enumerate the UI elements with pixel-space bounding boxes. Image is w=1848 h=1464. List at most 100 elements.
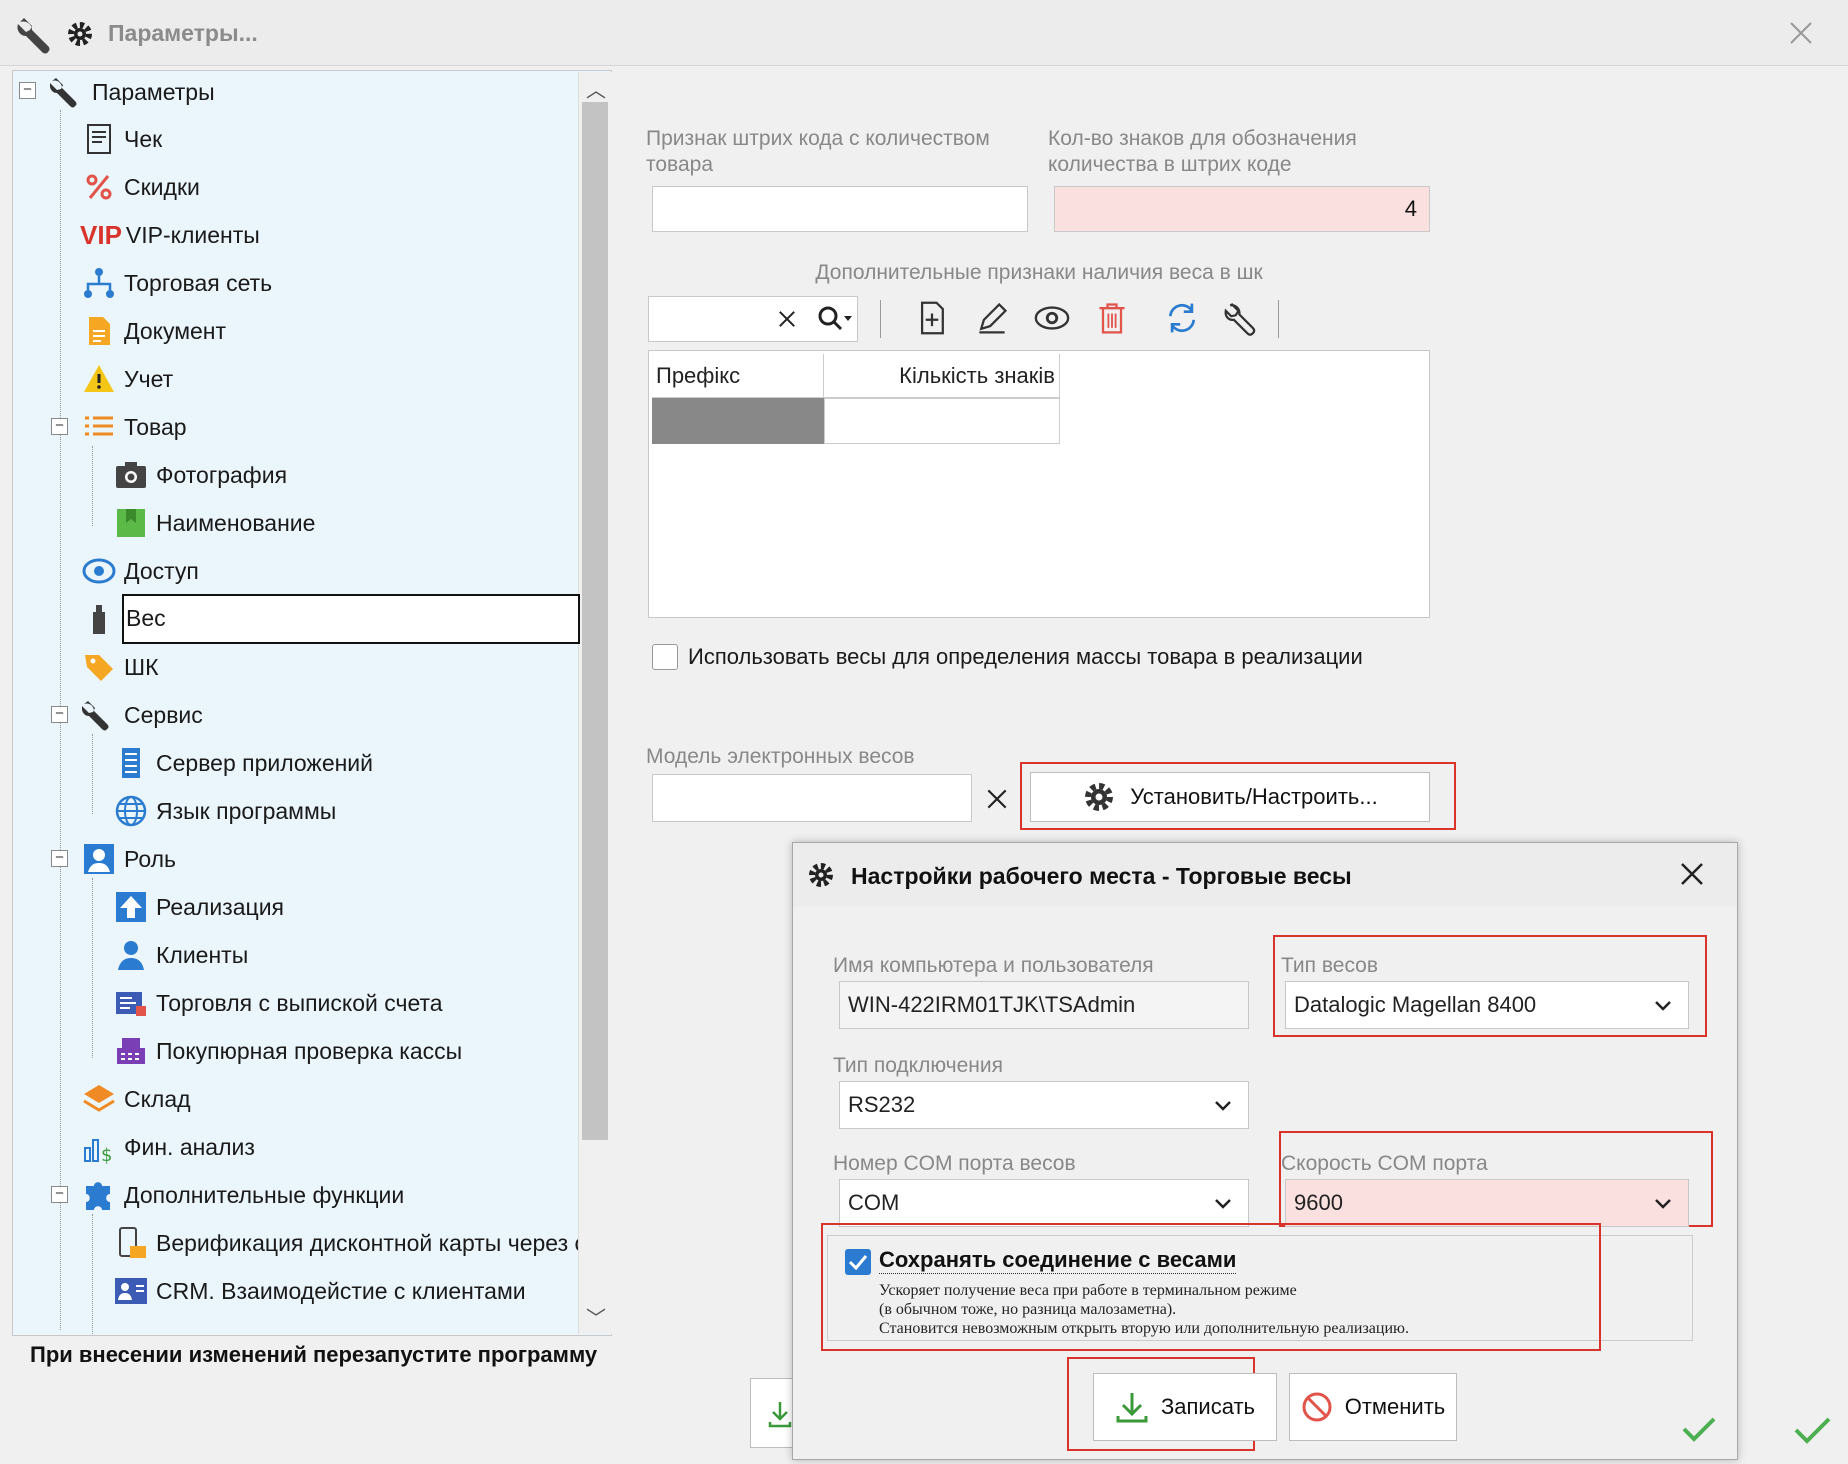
tree-item-photo[interactable]: Фотография [112, 453, 287, 497]
tree-item-parametry[interactable]: Параметры [48, 70, 215, 114]
save-button[interactable]: Записать [1093, 1373, 1277, 1441]
tree-item-label: Документ [124, 317, 227, 344]
tree-item-document[interactable]: Документ [80, 309, 226, 353]
view-icon[interactable] [1032, 298, 1072, 338]
gear-icon [66, 20, 94, 48]
checkmark-icon[interactable] [1681, 1411, 1717, 1447]
collapse-toggle[interactable]: − [51, 850, 68, 867]
tree-item-label: Фин. анализ [124, 1133, 255, 1160]
tree-item-role[interactable]: Роль [80, 837, 176, 881]
tree-item-realization[interactable]: Реализация [112, 885, 284, 929]
collapse-toggle[interactable]: − [19, 82, 36, 99]
tree-item-fin-analysis[interactable]: $ Фин. анализ [80, 1125, 255, 1169]
tree-scroll-thumb[interactable] [582, 102, 608, 1140]
tree-item-crm[interactable]: CRM. Взаимодейстие с клиентами [112, 1269, 526, 1313]
tree-item-name[interactable]: Наименование [112, 501, 315, 545]
com-speed-select[interactable]: 9600 [1285, 1179, 1689, 1227]
tree-item-shk[interactable]: ШК [80, 645, 158, 689]
tree-item-trade-network[interactable]: Торговая сеть [80, 261, 272, 305]
tree-item-label: Сервис [124, 701, 203, 728]
collapse-toggle[interactable]: − [51, 1186, 68, 1203]
tree-item-service[interactable]: Сервис [80, 693, 203, 737]
tree-item-language[interactable]: Язык программы [112, 789, 336, 833]
download-icon [1115, 1390, 1149, 1424]
user-badge-icon [80, 840, 118, 878]
search-dropdown-icon[interactable] [814, 302, 856, 336]
gear-icon [807, 861, 835, 889]
tree-item-cash-check[interactable]: Покупюрная проверка кассы [112, 1029, 462, 1073]
clear-model-icon[interactable] [982, 784, 1012, 814]
eye-icon [80, 552, 118, 590]
invoice-icon [112, 984, 150, 1022]
tree-item-label: Покупюрная проверка кассы [156, 1037, 463, 1064]
extra-weight-label: Дополнительные признаки наличия веса в ш… [815, 261, 1263, 284]
scale-model-input[interactable] [652, 774, 972, 822]
computer-input: WIN-422IRM01TJK\TSAdmin [839, 981, 1249, 1029]
scale-type-select[interactable]: Datalogic Magellan 8400 [1285, 981, 1689, 1029]
table-cell-selected[interactable] [652, 398, 824, 444]
tree-item-trade-invoice[interactable]: Торговля с выпиской счета [112, 981, 443, 1025]
add-file-icon[interactable] [912, 298, 952, 338]
use-scales-checkbox[interactable] [652, 644, 678, 670]
barcode-qty-input[interactable] [652, 186, 1028, 232]
chevron-down-icon [1655, 1199, 1671, 1209]
com-port-value: COM [848, 1190, 900, 1215]
column-header-prefix[interactable]: Префікс [652, 354, 824, 398]
tree-item-label: Верификация дисконтной карты через сі [156, 1229, 578, 1256]
tree-item-label: Параметры [92, 78, 215, 105]
settings-wrench-icon[interactable] [1222, 298, 1262, 338]
com-speed-value: 9600 [1294, 1190, 1343, 1215]
tree-item-vip[interactable]: VIP VIP-клиенты [80, 213, 260, 257]
tree-item-chek[interactable]: Чек [80, 117, 162, 161]
tree-item-access[interactable]: Доступ [80, 549, 199, 593]
collapse-toggle[interactable]: − [51, 418, 68, 435]
scale-type-value: Datalogic Magellan 8400 [1294, 992, 1537, 1017]
tree-item-label: Реализация [156, 893, 284, 920]
table-cell[interactable] [824, 398, 1060, 444]
digits-input[interactable]: 4 [1054, 186, 1430, 232]
tree-item-card-verification[interactable]: Верификация дисконтной карты через сі [112, 1221, 578, 1265]
sms-phone-icon [112, 1224, 150, 1262]
connection-select[interactable]: RS232 [839, 1081, 1249, 1129]
keep-connection-desc: Ускоряет получение веса при работе в тер… [879, 1281, 1409, 1338]
dialog-close-button[interactable] [1677, 859, 1707, 889]
com-port-select[interactable]: COM [839, 1179, 1249, 1227]
upload-icon [112, 888, 150, 926]
tree-item-uchet[interactable]: Учет [80, 357, 173, 401]
connection-value: RS232 [848, 1092, 916, 1117]
cancel-icon [1301, 1391, 1333, 1423]
document-icon [80, 312, 118, 350]
desc-line: (в обычном тоже, но разница малозаметна)… [879, 1301, 1177, 1318]
tree-item-warehouse[interactable]: Склад [80, 1077, 191, 1121]
collapse-toggle[interactable]: − [51, 706, 68, 723]
scroll-down-icon[interactable]: ﹀ [586, 1302, 606, 1331]
delete-icon[interactable] [1092, 298, 1132, 338]
tree-item-label: Доступ [124, 557, 199, 584]
globe-icon [112, 792, 150, 830]
refresh-icon[interactable] [1162, 298, 1202, 338]
tree-item-clients[interactable]: Клиенты [112, 933, 248, 977]
dialog-title: Настройки рабочего места - Торговые весы [851, 863, 1352, 889]
checkmark-icon[interactable] [1792, 1410, 1832, 1450]
cancel-button[interactable]: Отменить [1289, 1373, 1457, 1441]
tree-item-tovar[interactable]: Товар [80, 405, 187, 449]
tree-item-extra-functions[interactable]: Дополнительные функции [80, 1173, 404, 1217]
scale-settings-dialog: Настройки рабочего места - Торговые весы… [792, 842, 1738, 1460]
tree-item-ves[interactable]: Вес [80, 594, 580, 644]
receipt-icon [80, 120, 118, 158]
close-icon [1790, 22, 1812, 44]
barcode-qty-label: Признак штрих кода с количеством товара [646, 127, 990, 176]
scroll-up-icon[interactable]: ︿ [586, 74, 606, 103]
column-header-digits[interactable]: Кількість знаків [824, 354, 1060, 398]
setup-button[interactable]: Установить/Настроить... [1030, 772, 1430, 822]
close-window-button[interactable] [1786, 18, 1816, 48]
user-icon [112, 936, 150, 974]
keep-connection-label[interactable]: Сохранять соединение с весами [879, 1247, 1237, 1274]
tree-item-app-server[interactable]: Сервер приложений [112, 741, 373, 785]
tree-item-skidki[interactable]: Скидки [80, 165, 200, 209]
clear-icon[interactable] [772, 304, 802, 334]
title-bar [0, 0, 1848, 66]
chevron-down-icon [1655, 1001, 1671, 1011]
edit-icon[interactable] [972, 298, 1012, 338]
keep-connection-checkbox[interactable] [845, 1249, 871, 1275]
